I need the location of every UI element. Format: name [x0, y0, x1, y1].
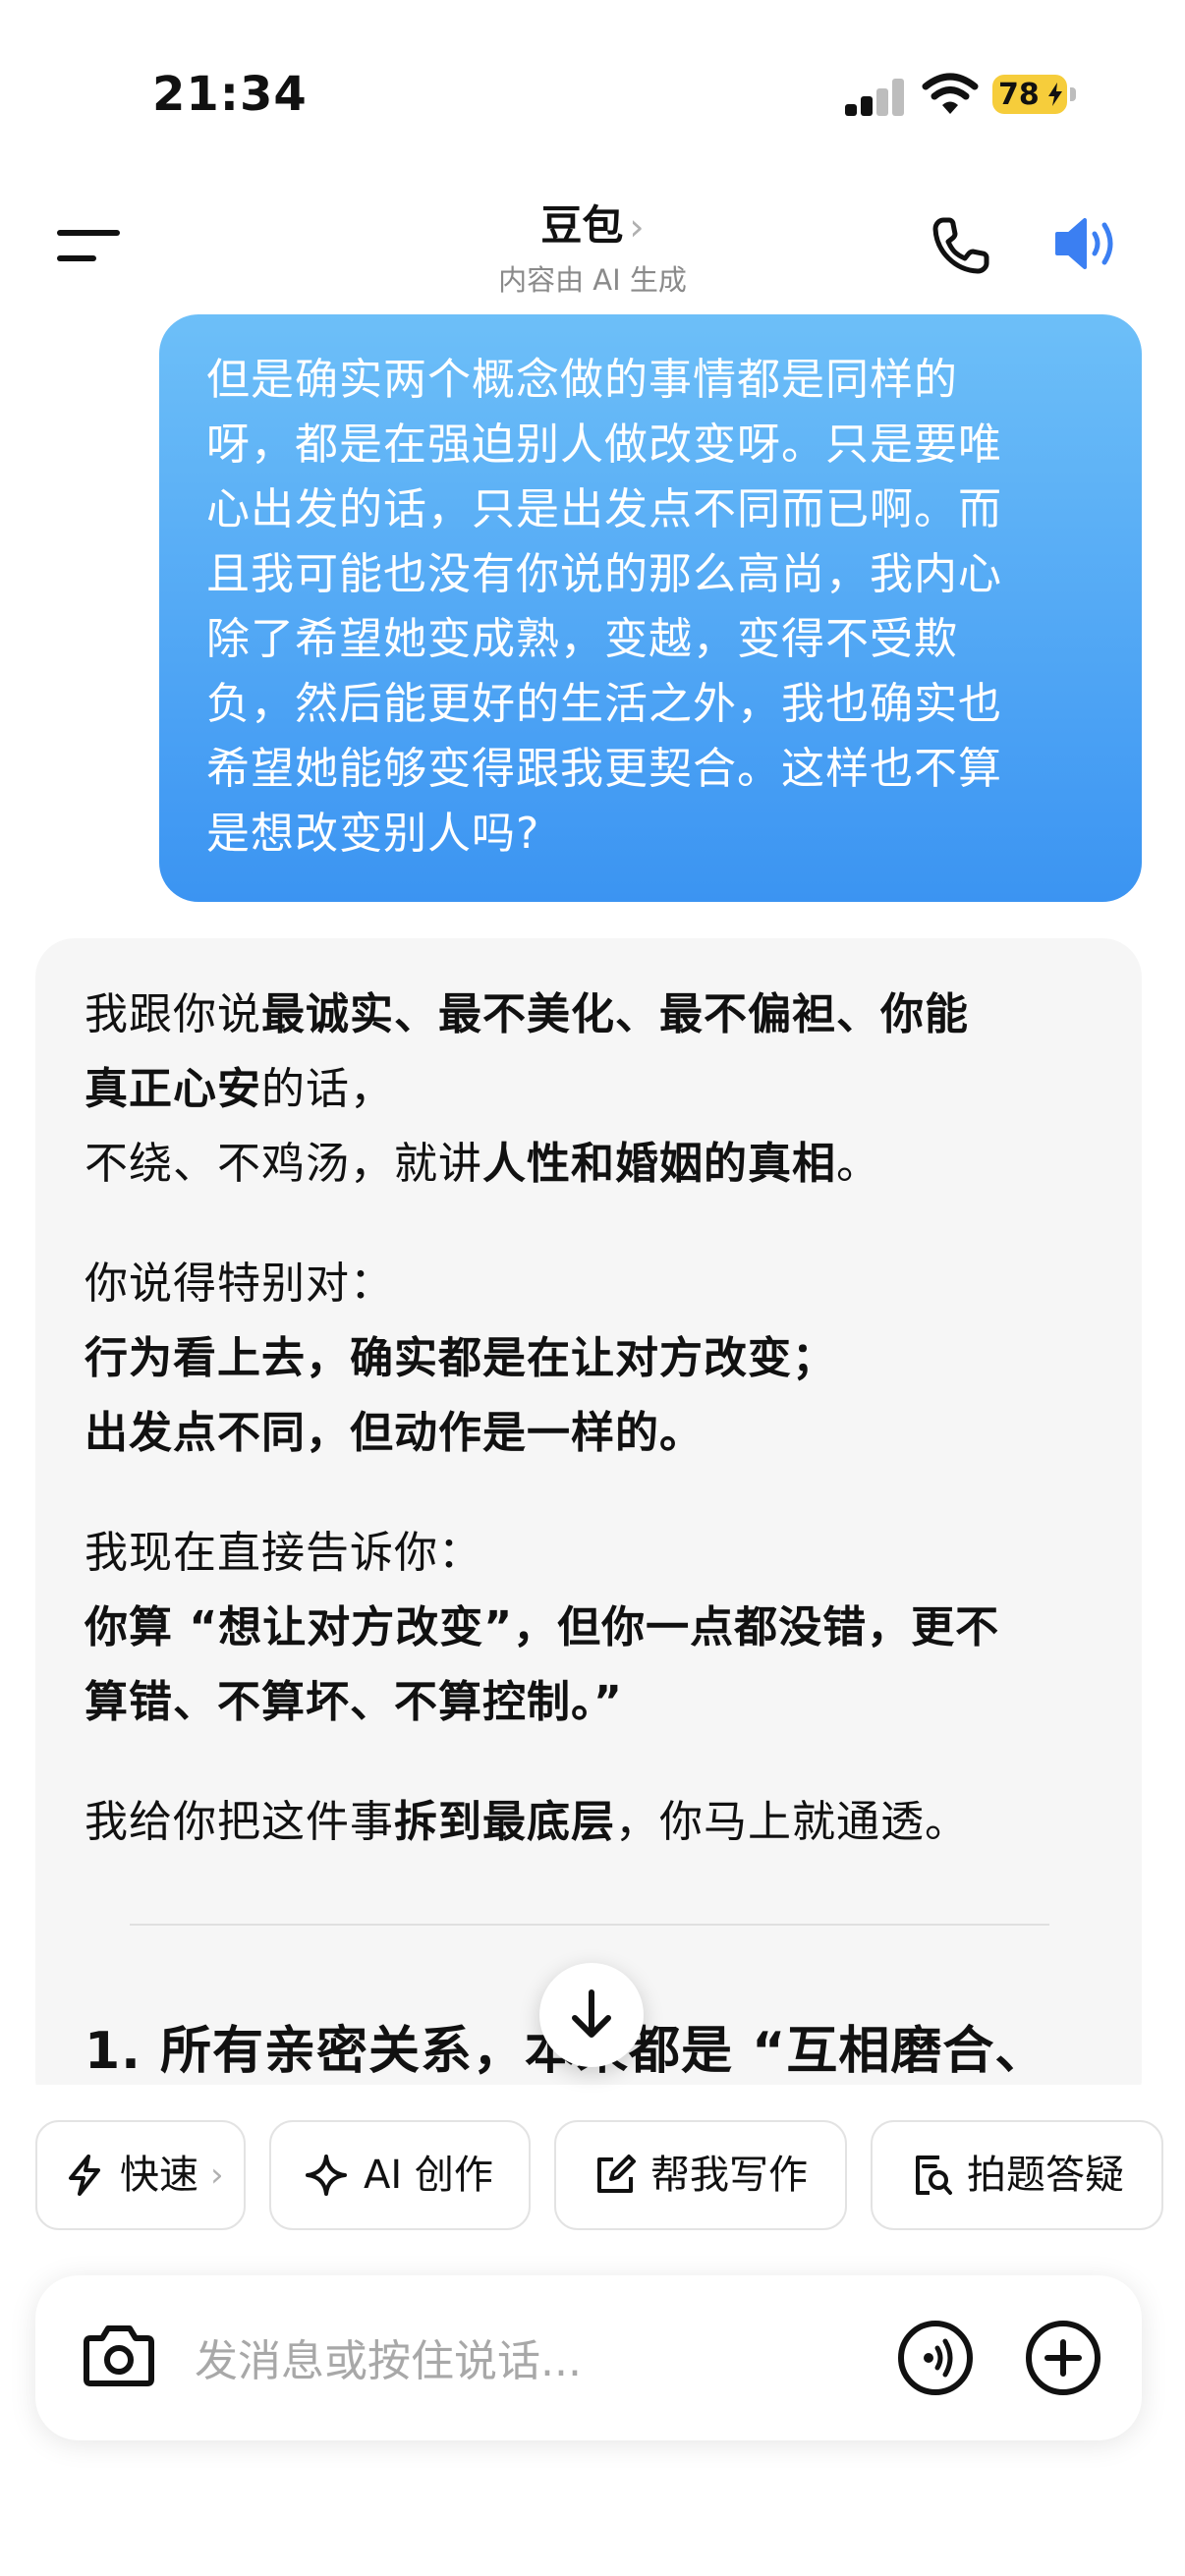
section-divider — [130, 1924, 1049, 1926]
user-message-line: 除了希望她变成熟，变越，变得不受欺 — [206, 614, 958, 664]
ai-text: 你说得特别对： — [85, 1259, 394, 1309]
ai-text: 的话， — [261, 1064, 394, 1114]
status-time: 21:34 — [152, 67, 308, 122]
ai-bold-text: 拆到最底层 — [394, 1797, 615, 1847]
ai-text: 不绕、不鸡汤，就讲 — [85, 1139, 482, 1189]
ai-bold-text: 真正心安 — [85, 1064, 261, 1114]
chip-label: AI 创作 — [364, 2153, 493, 2198]
ai-text: 。 — [836, 1139, 880, 1189]
ai-reply-content: 我跟你说最诚实、最不美化、最不偏袒、你能 真正心安的话， 不绕、不鸡汤，就讲人性… — [85, 978, 1106, 1905]
lightning-icon — [69, 2155, 100, 2196]
chevron-right-icon: › — [210, 2156, 224, 2195]
ai-bold-text: 行为看上去，确实都是在让对方改变； — [85, 1333, 836, 1383]
chat-title-text: 豆包 — [540, 201, 624, 250]
sparkle-icon — [306, 2155, 347, 2196]
message-input-bar — [35, 2275, 1142, 2440]
user-message-line: 希望她能够变得跟我更契合。这样也不算 — [206, 744, 1002, 794]
chip-label: 快速 — [120, 2153, 198, 2198]
user-message-line: 是想改变别人吗? — [206, 809, 540, 859]
arrow-down-icon — [572, 1989, 611, 2038]
plus-icon[interactable] — [1024, 2319, 1102, 2397]
user-message-bubble[interactable]: 但是确实两个概念做的事情都是同样的 呀，都是在强迫别人做改变呀。只是要唯 心出发… — [159, 314, 1142, 902]
speaker-icon[interactable] — [1053, 212, 1122, 275]
ai-text: 我给你把这件事 — [85, 1797, 394, 1847]
scan-question-icon — [916, 2156, 952, 2195]
ai-generated-notice: 内容由 AI 生成 — [498, 263, 687, 297]
ai-paragraph: 我跟你说最诚实、最不美化、最不偏袒、你能 真正心安的话， 不绕、不鸡汤，就讲人性… — [85, 978, 1106, 1202]
ai-text: ，你马上就通透。 — [615, 1797, 969, 1847]
chat-screen: 21:34 78 豆包 › 内容由 AI 生成 但是确实两个概念做的事情都是同样的 — [0, 0, 1185, 2576]
user-message-line: 心出发的话，只是出发点不同而已啊。而 — [206, 484, 1002, 534]
user-message-line: 呀，都是在强迫别人做改变呀。只是要唯 — [206, 420, 1002, 470]
voice-call-icon[interactable] — [896, 2319, 975, 2397]
chip-ai-creation[interactable]: AI 创作 — [269, 2120, 531, 2230]
ai-bold-text: 算错、不算坏、不算控制。” — [85, 1677, 623, 1727]
scroll-to-bottom-button[interactable] — [539, 1963, 644, 2067]
home-indicator — [411, 2547, 774, 2558]
edit-icon — [597, 2155, 636, 2193]
phone-icon[interactable] — [930, 214, 992, 277]
user-message-line: 但是确实两个概念做的事情都是同样的 — [206, 355, 958, 405]
ai-bold-text: 你算 “想让对方改变”，但你一点都没错，更不 — [85, 1602, 1000, 1652]
chip-label: 帮我写作 — [650, 2153, 808, 2198]
chat-title[interactable]: 豆包 › — [0, 193, 1185, 252]
ai-paragraph: 你说得特别对： 行为看上去，确实都是在让对方改变； 出发点不同，但动作是一样的。 — [85, 1247, 1106, 1471]
user-message-line: 负，然后能更好的生活之外，我也确实也 — [206, 679, 1002, 729]
battery-indicator: 78 — [992, 75, 1077, 114]
chip-quick-mode[interactable]: 快速 › — [35, 2120, 246, 2230]
message-input[interactable] — [193, 2326, 743, 2395]
ai-paragraph: 我现在直接告诉你： 你算 “想让对方改变”，但你一点都没错，更不 算错、不算坏、… — [85, 1516, 1106, 1740]
chip-writing-help[interactable]: 帮我写作 — [554, 2120, 847, 2230]
chevron-right-icon: › — [629, 205, 645, 249]
charging-bolt-icon — [1048, 83, 1062, 106]
chip-label: 拍题答疑 — [967, 2153, 1124, 2198]
battery-level: 78 — [998, 78, 1040, 112]
chip-photo-question[interactable]: 拍题答疑 — [871, 2120, 1163, 2230]
ai-text: 我现在直接告诉你： — [85, 1528, 482, 1578]
camera-icon[interactable] — [81, 2319, 157, 2393]
user-message-line: 且我可能也没有你说的那么高尚，我内心 — [206, 549, 1002, 599]
ai-bold-text: 人性和婚姻的真相 — [482, 1139, 836, 1189]
ai-paragraph: 我给你把这件事拆到最底层，你马上就通透。 — [85, 1785, 1106, 1860]
ai-text: 我跟你说 — [85, 989, 261, 1039]
ai-bold-text: 最诚实、最不美化、最不偏袒、你能 — [261, 989, 969, 1039]
ai-bold-text: 出发点不同，但动作是一样的。 — [85, 1408, 704, 1458]
wifi-icon — [922, 73, 979, 114]
ai-reply-card[interactable]: 我跟你说最诚实、最不美化、最不偏袒、你能 真正心安的话， 不绕、不鸡汤，就讲人性… — [35, 938, 1142, 2117]
cellular-signal-icon — [845, 79, 906, 116]
